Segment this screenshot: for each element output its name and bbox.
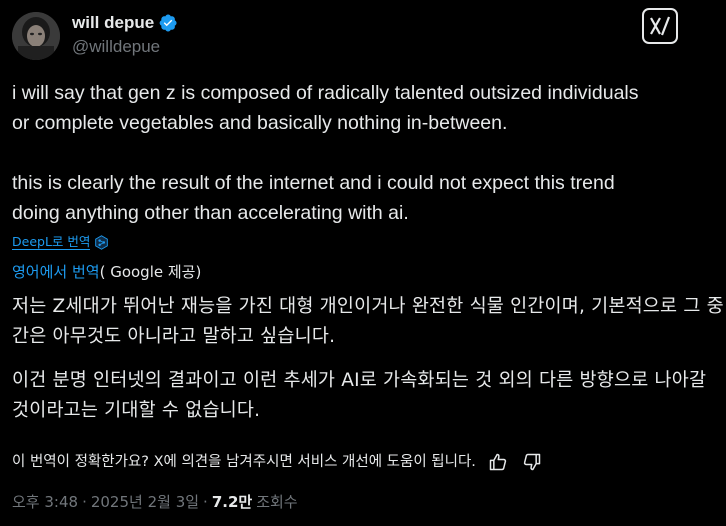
grok-logo-icon[interactable] [642,8,678,44]
views-count[interactable]: 7.2만 [212,492,252,512]
translation-feedback: 이 번역이 정확한가요? X에 의견을 남겨주시면 서비스 개선에 도움이 됩니… [12,450,544,474]
separator-dot: · [82,493,87,511]
tweet-header: will depue @willdepue [12,8,714,60]
translated-paragraph-1: 저는 Z세대가 뛰어난 재능을 가진 대형 개인이거나 완전한 식물 인간이며,… [12,296,724,347]
avatar[interactable] [12,12,60,60]
tweet-metadata: 오후 3:48 · 2025년 2월 3일 · 7.2만 조회수 [12,492,298,512]
separator-dot-2: · [203,493,208,511]
google-translation-attribution: 영어에서 번역( Google 제공) [12,262,201,282]
tweet-text: i will say that gen z is composed of rad… [12,78,722,224]
verified-badge-icon [159,14,177,32]
author-display-name[interactable]: will depue [72,12,178,34]
author-info: will depue @willdepue [72,12,178,58]
views-label: 조회수 [256,493,298,511]
tweet-date[interactable]: 2025년 2월 3일 [91,492,199,512]
thumbs-up-icon[interactable] [486,450,510,474]
translated-paragraph-2: 이건 분명 인터넷의 결과이고 이런 추세가 AI로 가속화되는 것 외의 다른… [12,370,707,421]
tweet-paragraph-1: i will say that gen z is composed of rad… [12,82,639,134]
deepl-translate-label[interactable]: DeepL로 번역 [12,234,91,250]
feedback-question: 이 번역이 정확한가요? X에 의견을 남겨주시면 서비스 개선에 도움이 됩니… [12,454,476,470]
deepl-translate-link[interactable]: DeepL로 번역 [12,234,109,250]
tweet-paragraph-2: this is clearly the result of the intern… [12,172,615,224]
thumbs-down-icon[interactable] [520,450,544,474]
tweet-time[interactable]: 오후 3:48 [12,492,78,512]
author-name-text[interactable]: will depue [72,12,154,34]
translated-from-english-link[interactable]: 영어에서 번역 [12,263,100,281]
deepl-icon [95,234,109,250]
google-provider-label: ( Google 제공) [99,263,202,281]
author-handle[interactable]: @willdepue [72,36,178,58]
